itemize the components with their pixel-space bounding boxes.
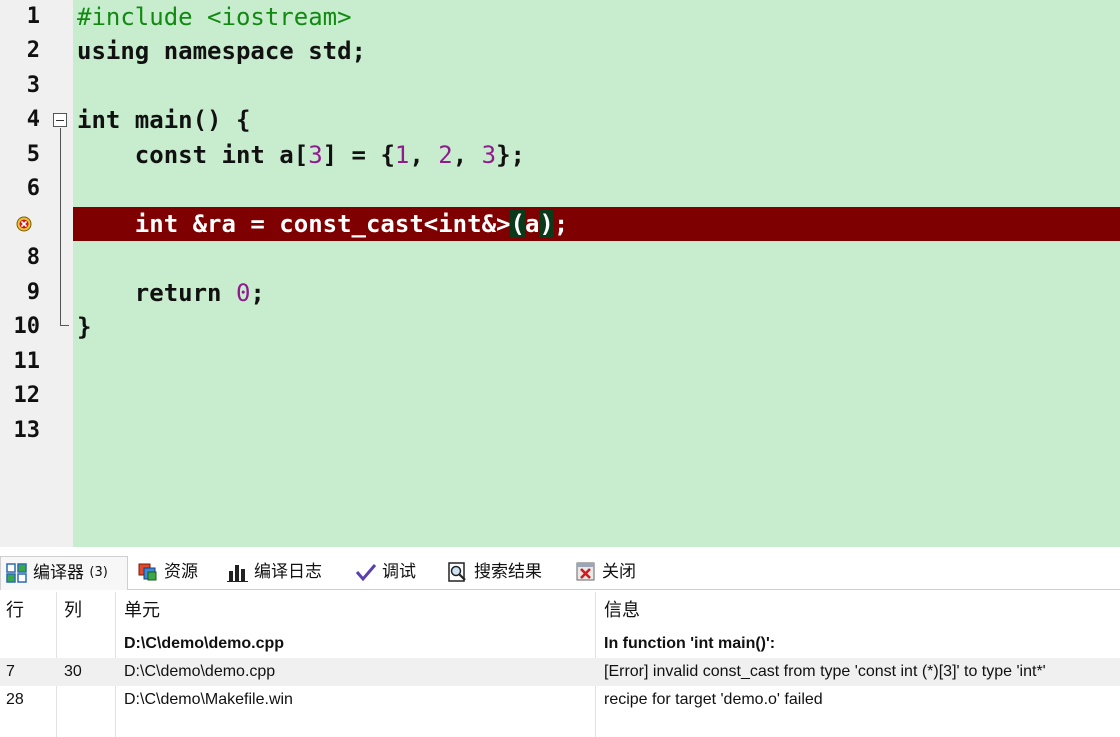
code-text: int &ra = const_cast<int&>	[77, 210, 511, 238]
line-number: 2	[26, 38, 40, 63]
line-number: 9	[26, 280, 40, 305]
cell-line	[6, 630, 56, 658]
number-literal: 0	[235, 279, 251, 307]
code-text: using namespace std;	[77, 37, 366, 65]
line-number: 5	[26, 142, 40, 167]
tab-close[interactable]: 关闭	[570, 556, 654, 590]
line-number-gutter[interactable]: 1 2 3 4 5 6 7 8 9 10 11 12 13	[0, 0, 73, 547]
table-header: 行 列 单元 信息	[0, 592, 1120, 628]
number-literal: 3	[481, 141, 497, 169]
number-literal: 1	[394, 141, 410, 169]
code-text: ,	[409, 141, 439, 169]
cell-col: 30	[64, 663, 82, 680]
line-number: 13	[13, 418, 41, 443]
code-text: a	[524, 210, 540, 238]
code-text: };	[496, 141, 525, 169]
table-row[interactable]: 7 30 D:\C\demo\demo.cpp [Error] invalid …	[0, 658, 1120, 686]
fold-end-marker	[60, 318, 69, 326]
bar-chart-icon	[226, 561, 250, 583]
resources-icon	[136, 561, 160, 583]
code-text: ;	[250, 279, 265, 307]
code-line-9[interactable]: return 0;	[77, 276, 1120, 310]
bottom-panel-tabs: 编译器 (3) 资源 编译日志 调试 搜索结果 关闭	[0, 556, 1120, 590]
line-number: 8	[26, 245, 40, 270]
line-number: 1	[26, 4, 40, 29]
line-number: 12	[13, 383, 41, 408]
tab-label: 关闭	[602, 562, 636, 582]
code-text: int main() {	[77, 106, 251, 134]
tab-count-badge: (3)	[89, 565, 108, 580]
grid-icon	[5, 562, 29, 584]
column-header-unit[interactable]: 单元	[124, 592, 592, 628]
code-line-4[interactable]: int main() {	[77, 103, 1120, 137]
cell-col	[64, 630, 114, 658]
bracket-match-highlight: )	[539, 210, 554, 238]
number-literal: 2	[438, 141, 453, 169]
tab-compile-log[interactable]: 编译日志	[222, 556, 346, 590]
column-header-col[interactable]: 列	[64, 592, 114, 628]
column-header-info[interactable]: 信息	[604, 592, 1120, 628]
fold-guide-line	[60, 128, 61, 318]
error-marker-icon[interactable]	[16, 216, 32, 232]
line-number: 3	[26, 73, 40, 98]
tab-label: 资源	[164, 562, 198, 582]
table-row[interactable]: D:\C\demo\demo.cpp In function 'int main…	[0, 630, 1120, 658]
tab-label: 编译日志	[254, 562, 322, 582]
cell-unit: D:\C\demo\demo.cpp	[124, 635, 285, 652]
cell-unit: D:\C\demo\Makefile.win	[124, 691, 293, 708]
tab-debug[interactable]: 调试	[350, 556, 436, 590]
tab-resources[interactable]: 资源	[132, 556, 216, 590]
line-number: 6	[26, 176, 40, 201]
table-row[interactable]: 28 D:\C\demo\Makefile.win recipe for tar…	[0, 686, 1120, 714]
code-text: }	[77, 313, 92, 341]
tab-label: 调试	[382, 562, 416, 582]
close-window-icon	[574, 561, 598, 583]
line-number: 10	[13, 314, 41, 339]
tab-label: 编译器	[33, 563, 84, 583]
fold-collapse-icon[interactable]	[53, 113, 67, 127]
code-line-10[interactable]: }	[77, 310, 1120, 344]
code-editor[interactable]: 1 2 3 4 5 6 7 8 9 10 11 12 13 #include <…	[0, 0, 1120, 547]
code-line-1[interactable]: #include <iostream>	[77, 0, 1120, 34]
code-text: return	[77, 279, 236, 307]
code-text: const int a[	[77, 141, 309, 169]
tab-compiler[interactable]: 编译器 (3)	[0, 556, 128, 590]
line-number: 11	[13, 349, 41, 374]
number-literal: 3	[308, 141, 323, 169]
cell-line: 7	[6, 663, 15, 680]
cell-info: In function 'int main()':	[604, 635, 776, 652]
search-document-icon	[446, 561, 470, 583]
checkmark-icon	[354, 561, 378, 583]
bracket-match-highlight: (	[510, 210, 525, 238]
preprocessor-directive: #include <iostream>	[77, 3, 352, 31]
code-text: ] = {	[322, 141, 395, 169]
code-text: ,	[452, 141, 482, 169]
tab-label: 搜索结果	[474, 562, 542, 582]
column-header-line[interactable]: 行	[6, 592, 56, 628]
cell-info: [Error] invalid const_cast from type 'co…	[604, 663, 1046, 680]
code-text: ;	[553, 210, 569, 238]
code-line-5[interactable]: const int a[3] = {1, 2, 3};	[77, 138, 1120, 172]
line-number: 4	[26, 107, 40, 132]
code-line-2[interactable]: using namespace std;	[77, 34, 1120, 68]
cell-unit: D:\C\demo\demo.cpp	[124, 663, 276, 680]
code-line-7[interactable]: int &ra = const_cast<int&>(a);	[77, 207, 1120, 241]
cell-col	[64, 686, 114, 714]
tab-search-results[interactable]: 搜索结果	[442, 556, 566, 590]
cell-info: recipe for target 'demo.o' failed	[604, 691, 823, 708]
compiler-messages-table[interactable]: 行 列 单元 信息 D:\C\demo\demo.cpp In function…	[0, 592, 1120, 737]
cell-line: 28	[6, 691, 24, 708]
